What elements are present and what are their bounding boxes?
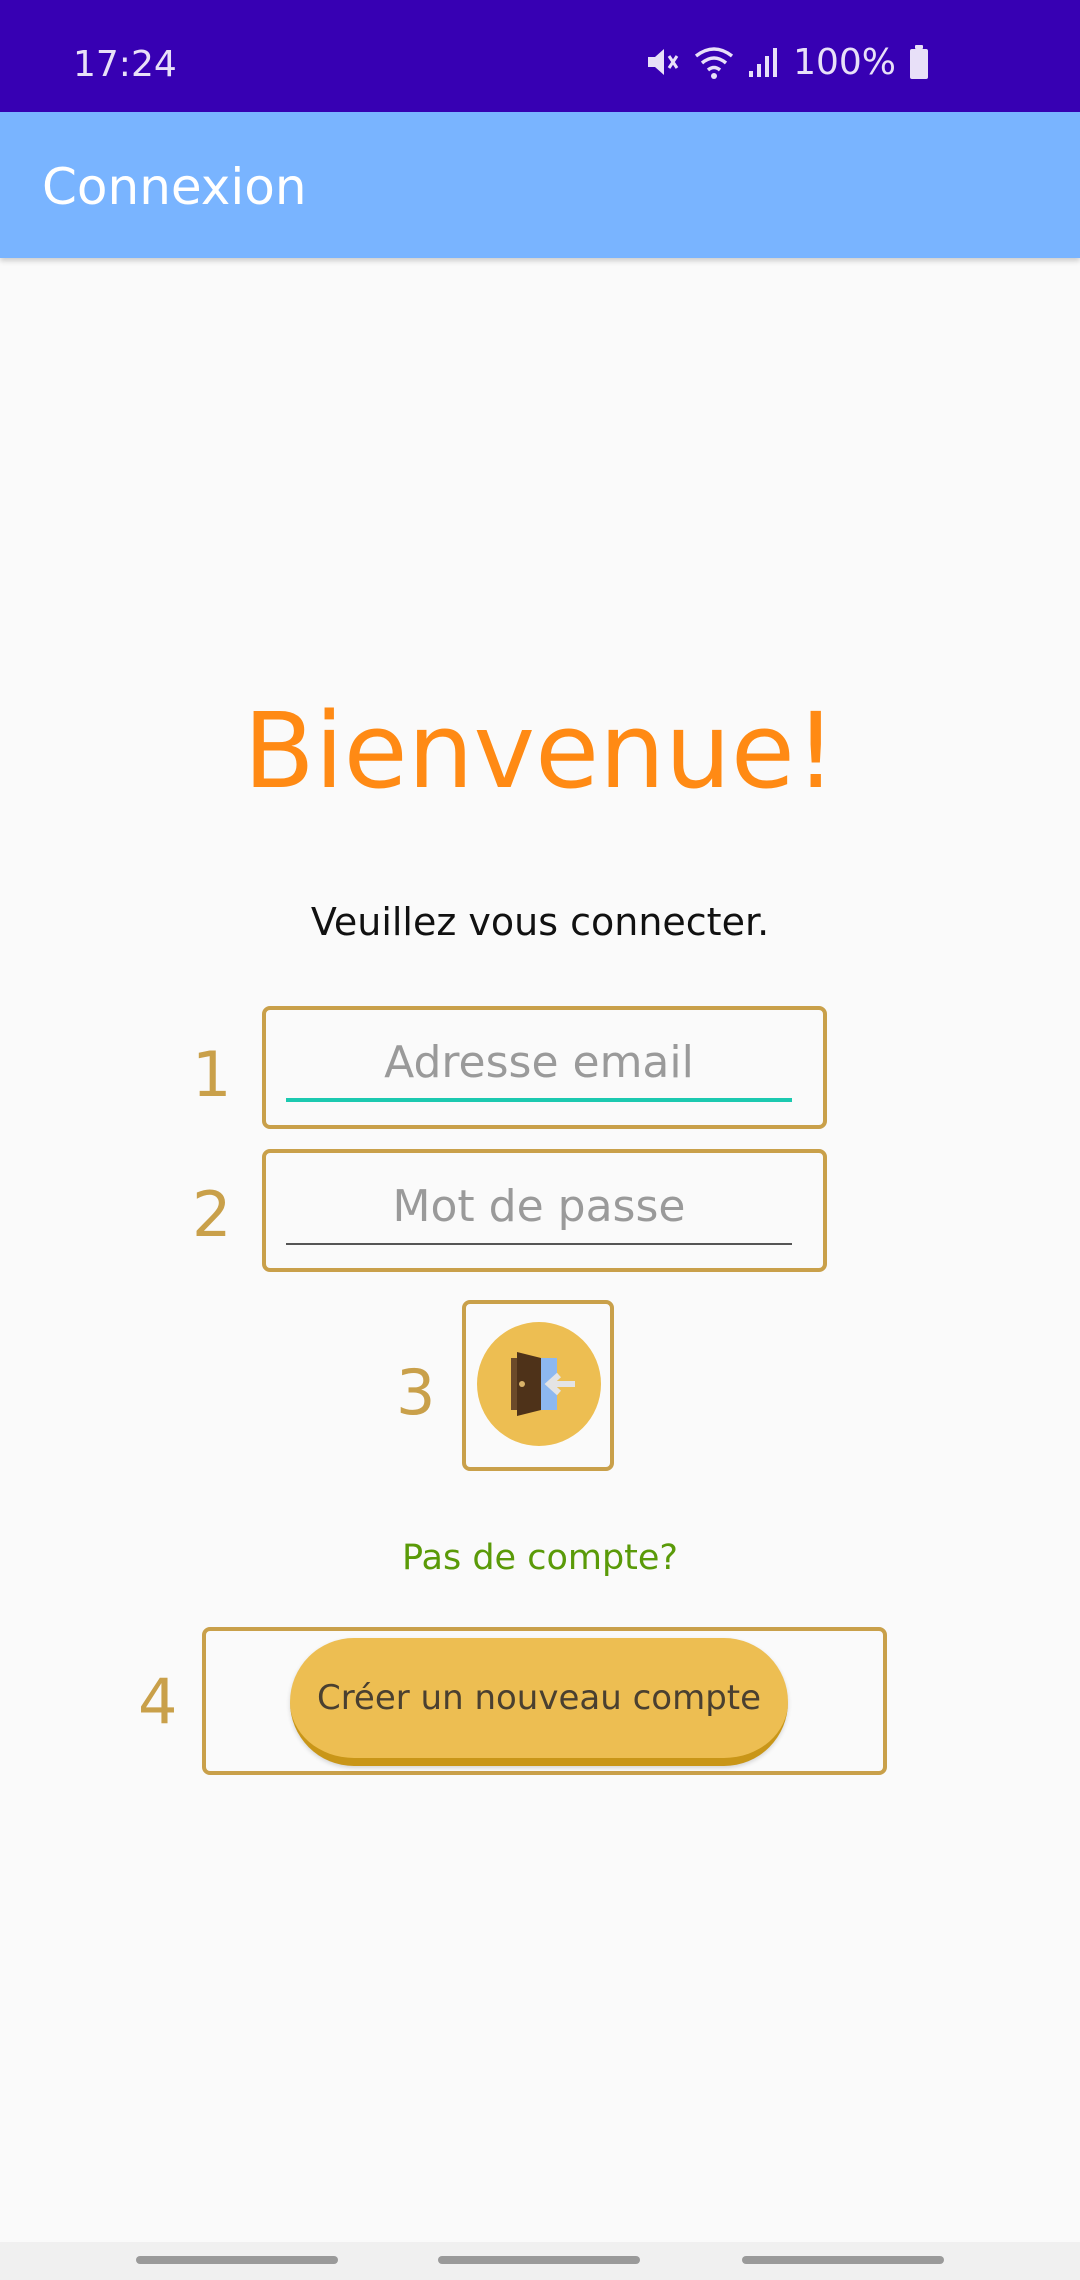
- callout-number-1: 1: [192, 1038, 232, 1111]
- status-icons: 100%: [645, 40, 930, 84]
- signal-icon: [749, 48, 778, 77]
- login-subtitle: Veuillez vous connecter.: [310, 900, 770, 944]
- no-account-link[interactable]: Pas de compte?: [0, 1538, 1080, 1578]
- callout-number-2: 2: [192, 1178, 232, 1251]
- app-bar-title: Connexion: [42, 158, 307, 216]
- nav-back-handle[interactable]: [742, 2256, 944, 2264]
- door-enter-icon: [511, 1352, 575, 1416]
- battery-icon: [910, 45, 928, 79]
- welcome-heading: Bienvenue!: [243, 690, 837, 812]
- nav-home-handle[interactable]: [438, 2256, 640, 2264]
- status-bar: 17:24 100%: [0, 0, 1080, 112]
- callout-number-3: 3: [396, 1356, 436, 1429]
- email-field[interactable]: [286, 1032, 792, 1102]
- navigation-bar: [0, 2242, 1080, 2280]
- password-field[interactable]: [286, 1175, 792, 1245]
- wifi-icon: [695, 47, 734, 79]
- status-time: 17:24: [73, 44, 177, 85]
- nav-recents-handle[interactable]: [136, 2256, 338, 2264]
- callout-number-4: 4: [138, 1665, 178, 1738]
- mute-icon: [648, 49, 679, 75]
- login-button[interactable]: [477, 1322, 601, 1446]
- battery-percent: 100%: [793, 41, 896, 83]
- app-bar: Connexion: [0, 112, 1080, 258]
- create-account-button[interactable]: Créer un nouveau compte: [290, 1638, 788, 1766]
